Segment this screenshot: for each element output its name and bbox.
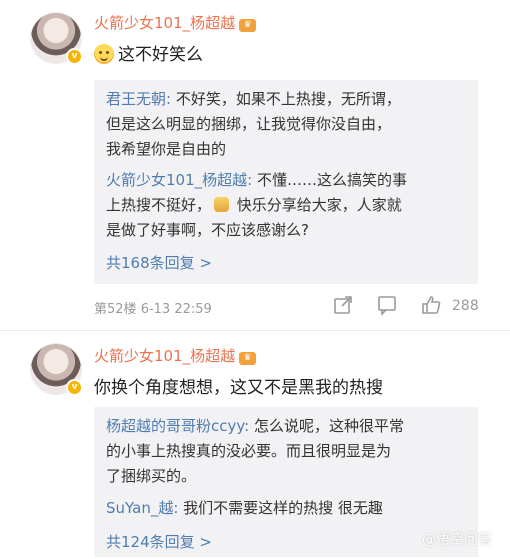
reply-line: 但是这么明显的捆绑，让我觉得你没自由，	[106, 115, 392, 133]
author-name[interactable]: 火箭少女101_杨超越	[94, 14, 235, 32]
comment-footer: 第52楼 6-13 22:59 288	[94, 294, 494, 318]
watermark: @悟空问答	[422, 532, 492, 548]
comment-text: 你换个角度想想，这又不是黑我的热搜	[94, 378, 383, 398]
like-count: 288	[452, 298, 479, 314]
author-name[interactable]: 火箭少女101_杨超越	[94, 347, 235, 365]
comment-icon[interactable]	[376, 294, 398, 316]
comment-text: 这不好笑么	[94, 40, 203, 65]
level-badge-icon: ♛	[239, 19, 257, 32]
comment-1: v 火箭少女101_杨超越 ♛ 这不好笑么 君王无朝: 不好笑，如果不上热搜，无所…	[0, 0, 510, 330]
verified-badge-icon: v	[66, 379, 83, 396]
reply-line: 了捆绑买的。	[106, 467, 197, 485]
reply-nick[interactable]: SuYan_越:	[106, 499, 178, 517]
level-badge-icon: ♛	[239, 352, 257, 365]
verified-badge-icon: v	[66, 48, 83, 65]
share-icon[interactable]	[332, 294, 354, 316]
comment-2: v 火箭少女101_杨超越 ♛ 你换个角度想想，这又不是黑我的热搜 杨超越的哥哥粉…	[0, 331, 510, 559]
comment-meta: 第52楼 6-13 22:59	[94, 298, 212, 317]
reply-box: 君王无朝: 不好笑，如果不上热搜，无所谓， 但是这么明显的捆绑，让我觉得你没自由…	[94, 80, 478, 284]
reply-line: 我希望你是自由的	[106, 140, 227, 158]
reply-nick[interactable]: 杨超越的哥哥粉ccyy:	[106, 417, 249, 435]
reply-line: 火箭少女101_杨超越: 不懂……这么搞笑的事	[106, 171, 407, 189]
reply-line: 的小事上热搜真的没必要。而且很明显是为	[106, 442, 392, 460]
comment-author[interactable]: 火箭少女101_杨超越 ♛	[94, 345, 257, 366]
comment-date: 6-13 22:59	[140, 302, 212, 317]
floor-number: 第52楼	[94, 302, 137, 317]
share-emoji-icon	[214, 197, 230, 212]
more-replies-link[interactable]: 共124条回复 >	[106, 531, 212, 552]
reply-box: 杨超越的哥哥粉ccyy: 怎么说呢，这种很平常 的小事上热搜真的没必要。而且很明…	[94, 407, 478, 557]
reply-line: SuYan_越: 我们不需要这样的热搜 很无趣	[106, 499, 383, 517]
reply-line: 是做了好事啊，不应该感谢么?	[106, 221, 309, 239]
reply-line: 杨超越的哥哥粉ccyy: 怎么说呢，这种很平常	[106, 417, 404, 435]
grin-emoji-icon	[94, 44, 114, 64]
reply-line: 君王无朝: 不好笑，如果不上热搜，无所谓，	[106, 90, 401, 108]
reply-nick[interactable]: 火箭少女101_杨超越:	[106, 171, 252, 189]
comment-author[interactable]: 火箭少女101_杨超越 ♛	[94, 12, 257, 33]
like-icon[interactable]	[420, 294, 442, 316]
reply-nick[interactable]: 君王无朝:	[106, 90, 171, 108]
reply-line: 上热搜不挺好， 快乐分享给大家，人家就	[106, 196, 402, 214]
more-replies-link[interactable]: 共168条回复 >	[106, 252, 212, 273]
